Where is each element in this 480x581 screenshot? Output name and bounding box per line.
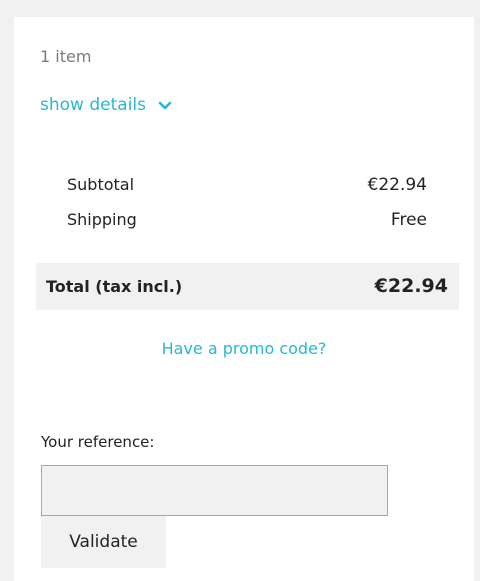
total-value: €22.94 bbox=[374, 275, 448, 297]
shipping-value: Free bbox=[390, 210, 427, 230]
cart-summary-card: 1 item show details Subtotal €22.94 Ship… bbox=[14, 17, 474, 581]
subtotal-label: Subtotal bbox=[67, 175, 135, 194]
subtotal-value: €22.94 bbox=[367, 175, 427, 195]
chevron-down-icon bbox=[158, 96, 172, 116]
total-row: Total (tax incl.) €22.94 bbox=[36, 263, 459, 310]
show-details-label: show details bbox=[40, 95, 146, 115]
shipping-label: Shipping bbox=[67, 210, 137, 229]
validate-button[interactable]: Validate bbox=[41, 516, 166, 568]
items-count: 1 item bbox=[40, 47, 92, 66]
show-details-link[interactable]: show details bbox=[40, 94, 172, 116]
total-label: Total (tax incl.) bbox=[46, 277, 183, 296]
reference-label: Your reference: bbox=[41, 433, 155, 451]
promo-code-link[interactable]: Have a promo code? bbox=[14, 339, 474, 358]
reference-input[interactable] bbox=[41, 465, 388, 516]
